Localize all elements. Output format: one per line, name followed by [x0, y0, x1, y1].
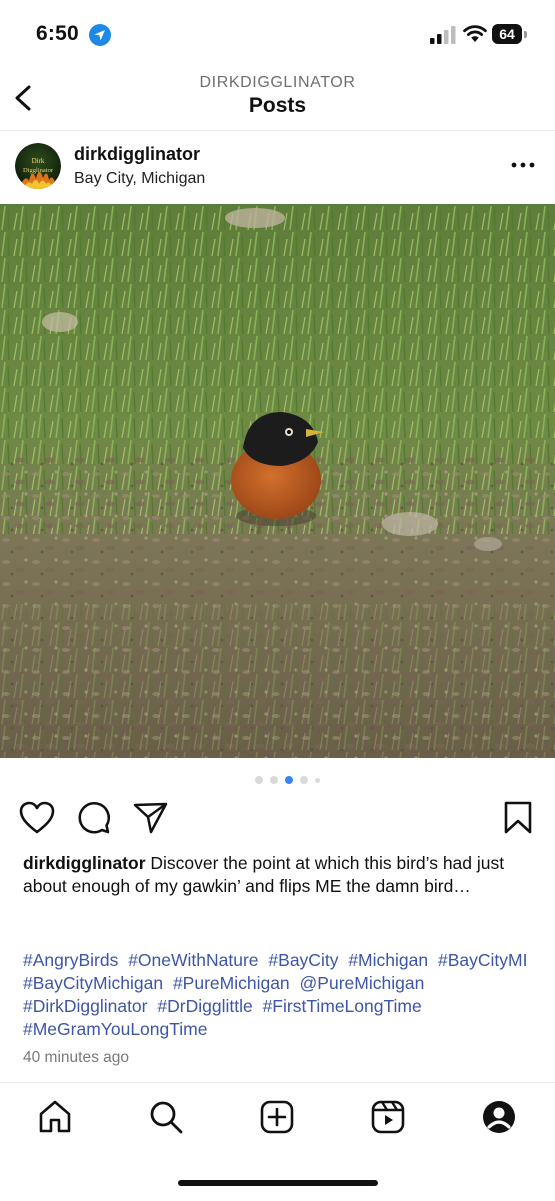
hashtag-link[interactable]: #BayCity: [268, 950, 338, 970]
carousel-dot: [315, 777, 320, 783]
heart-icon[interactable]: [19, 801, 55, 835]
comment-icon[interactable]: [77, 801, 111, 835]
post-location[interactable]: Bay City, Michigan: [74, 170, 205, 188]
status-bar: 6:50 64: [0, 0, 555, 70]
carousel-dot: [270, 776, 278, 784]
carousel-dot: [300, 776, 308, 784]
post-caption: dirkdigglinator Discover the point at wh…: [23, 852, 533, 898]
robin-photo: [0, 204, 555, 758]
hashtag-link[interactable]: #OneWithNature: [128, 950, 258, 970]
battery-level: 64: [492, 24, 522, 44]
carousel-dot-active: [285, 776, 293, 784]
hashtag-link[interactable]: #FirstTimeLongTime: [263, 996, 422, 1016]
create-icon[interactable]: [259, 1099, 295, 1135]
avatar[interactable]: Dirk Digglinator: [15, 143, 61, 189]
hashtag-link[interactable]: #BayCityMichigan: [23, 973, 163, 993]
hashtag-link[interactable]: #AngryBirds: [23, 950, 118, 970]
post-username[interactable]: dirkdigglinator: [74, 144, 200, 165]
post-photo[interactable]: [0, 204, 555, 758]
home-indicator[interactable]: [178, 1180, 378, 1186]
hashtag-link[interactable]: #Michigan: [348, 950, 428, 970]
caption-username[interactable]: dirkdigglinator: [23, 853, 146, 873]
search-icon[interactable]: [148, 1099, 184, 1135]
cellular-signal-icon: [430, 26, 456, 44]
hashtag-link[interactable]: #DirkDigglinator: [23, 996, 148, 1016]
status-time: 6:50: [36, 22, 79, 45]
battery-indicator: 64: [492, 24, 528, 44]
profile-icon[interactable]: [481, 1099, 517, 1135]
bookmark-icon[interactable]: [503, 801, 533, 835]
post-header: [0, 131, 555, 204]
more-options-icon[interactable]: [510, 157, 536, 173]
hashtag-link[interactable]: #PureMichigan: [173, 973, 290, 993]
header-username: DIRKDIGGLINATOR: [199, 74, 356, 91]
hashtag-list: #AngryBirds #OneWithNature #BayCity #Mic…: [23, 949, 538, 1041]
paper-plane-icon[interactable]: [133, 801, 169, 835]
post-timestamp: 40 minutes ago: [23, 1049, 129, 1066]
page-title: Posts: [248, 94, 307, 117]
hashtag-link[interactable]: #MeGramYouLongTime: [23, 1019, 208, 1039]
avatar-text-line1: Dirk: [32, 157, 45, 165]
carousel-dot: [255, 776, 263, 784]
hashtag-link[interactable]: #DrDigglittle: [157, 996, 252, 1016]
carousel-indicator: [255, 774, 325, 786]
hashtag-link[interactable]: @PureMichigan: [300, 973, 425, 993]
hashtag-link[interactable]: #BayCityMI: [438, 950, 527, 970]
page-header: DIRKDIGGLINATOR Posts: [0, 70, 555, 131]
wifi-icon: [463, 25, 487, 42]
location-arrow-icon: [89, 24, 111, 46]
reels-icon[interactable]: [370, 1099, 406, 1135]
avatar-text-line2: Digglinator: [23, 167, 54, 174]
home-icon[interactable]: [37, 1099, 73, 1135]
